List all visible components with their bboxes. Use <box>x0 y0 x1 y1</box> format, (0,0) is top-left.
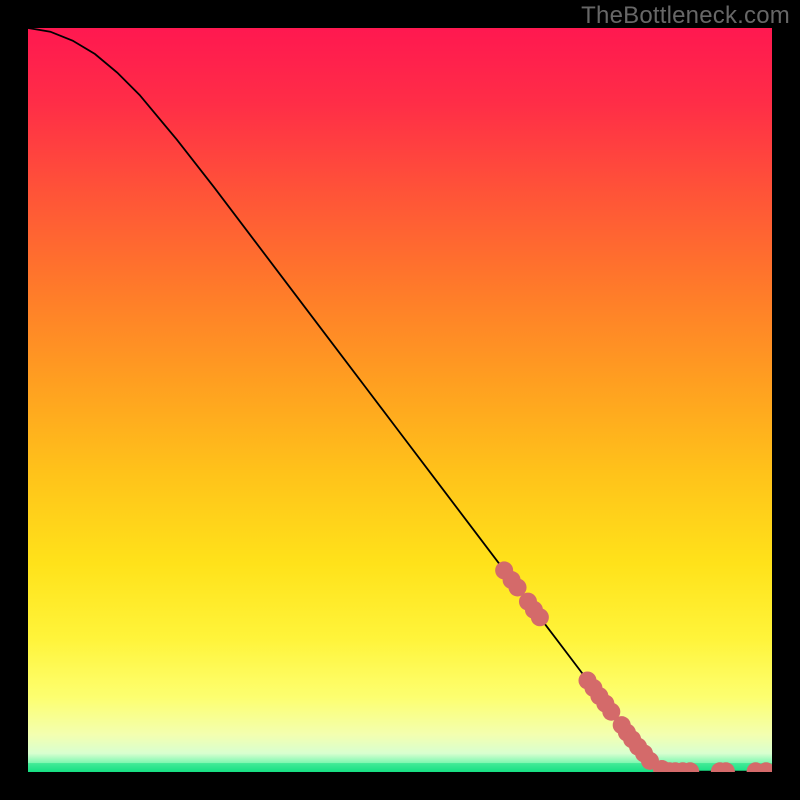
watermark-text: TheBottleneck.com <box>581 2 790 30</box>
data-point <box>531 608 549 626</box>
gradient-background <box>28 28 772 772</box>
chart-svg <box>28 28 772 772</box>
chart-outer: TheBottleneck.com <box>0 0 800 800</box>
plot-frame <box>28 28 772 772</box>
